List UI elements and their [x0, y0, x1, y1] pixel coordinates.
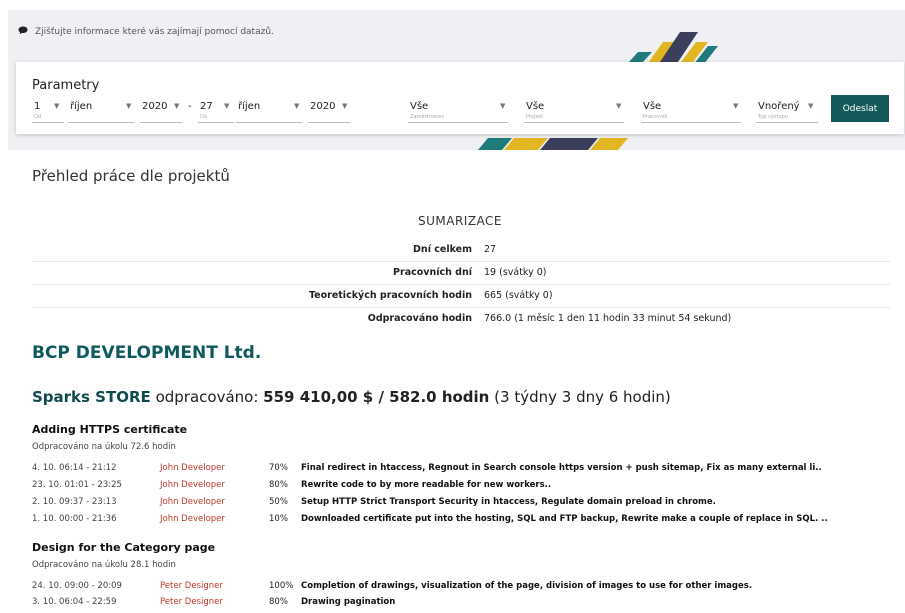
summary-title: SUMARIZACE: [417, 214, 503, 228]
log-date: 3. 10. 06:04 - 22:59: [32, 597, 117, 607]
project-duration: (3 týdny 3 dny 6 hodin): [494, 388, 671, 406]
summary-value: 27: [484, 244, 497, 255]
caret-down-icon: ▼: [294, 102, 300, 110]
task-title: Design for the Category page: [32, 541, 216, 554]
from-day-value: 1: [34, 101, 41, 112]
caret-down-icon: ▼: [733, 102, 739, 110]
filter-title: Parametry: [32, 78, 100, 93]
log-user[interactable]: John Developer: [160, 514, 225, 524]
task-subtitle: Odpracováno na úkolu 72.6 hodin: [32, 442, 176, 452]
log-date: 1. 10. 00:00 - 21:36: [32, 514, 117, 524]
project-caption: Projekt: [526, 114, 544, 120]
log-text: Setup HTTP Strict Transport Security in …: [301, 497, 716, 507]
log-date: 24. 10. 09:00 - 20:09: [32, 581, 122, 591]
log-user[interactable]: John Developer: [160, 497, 225, 507]
summary-row: Teoretických pracovních hodin 665 (svátk…: [32, 284, 890, 307]
project-select[interactable]: Vše ▼ Projekt: [524, 100, 624, 123]
caret-down-icon: ▼: [808, 102, 814, 110]
summary-row: Pracovních dní 19 (svátky 0): [32, 261, 890, 284]
banner-text: Zjišťujte informace které vás zajímají p…: [35, 27, 274, 37]
summary-value: 19 (svátky 0): [484, 267, 547, 278]
to-month-value: říjen: [238, 101, 261, 112]
project-amount: 559 410,00 $ / 582.0 hodin: [263, 388, 490, 406]
work-log-row: 1. 10. 00:00 - 21:36 John Developer 10% …: [32, 514, 892, 530]
project-value: Vše: [526, 101, 545, 112]
summary-label: Teoretických pracovních hodin: [308, 290, 472, 301]
to-month-select[interactable]: říjen ▼: [236, 100, 302, 123]
chat-bubble-icon: [18, 26, 28, 38]
summary-label: Dní celkem: [413, 244, 472, 255]
log-percent: 80%: [269, 480, 288, 490]
caret-down-icon: ▼: [616, 102, 622, 110]
work-log-row: 3. 10. 06:04 - 22:59 Peter Designer 80% …: [32, 597, 892, 613]
to-day-value: 27: [200, 101, 213, 112]
caret-down-icon: ▼: [224, 102, 230, 110]
project-name: Sparks STORE: [32, 388, 151, 406]
decorative-stripes-lower: [478, 138, 628, 150]
work-log-row: 24. 10. 09:00 - 20:09 Peter Designer 100…: [32, 581, 892, 597]
to-year-value: 2020: [310, 101, 336, 112]
summary-row: Odpracováno hodin 766.0 (1 měsíc 1 den 1…: [32, 307, 890, 330]
task-value: Vše: [643, 101, 662, 112]
output-type-caption: Typ výstupu: [758, 114, 788, 120]
task-subtitle: Odpracováno na úkolu 28.1 hodin: [32, 560, 176, 570]
log-text: Drawing pagination: [301, 597, 396, 607]
to-day-caption: Do: [200, 114, 207, 120]
caret-down-icon: ▼: [500, 102, 506, 110]
log-date: 2. 10. 09:37 - 23:13: [32, 497, 117, 507]
page-title: Přehled práce dle projektů: [32, 167, 230, 185]
log-date: 4. 10. 06:14 - 21:12: [32, 463, 117, 473]
caret-down-icon: ▼: [342, 102, 348, 110]
summary-label: Pracovních dní: [393, 267, 472, 278]
from-day-select[interactable]: 1 ▼ Od: [32, 100, 64, 123]
work-log-row: 4. 10. 06:14 - 21:12 John Developer 70% …: [32, 463, 892, 479]
from-year-select[interactable]: 2020 ▼: [140, 100, 182, 123]
work-log-row: 23. 10. 01:01 - 23:25 John Developer 80%…: [32, 480, 892, 496]
log-percent: 50%: [269, 497, 288, 507]
caret-down-icon: ▼: [126, 102, 132, 110]
log-date: 23. 10. 01:01 - 23:25: [32, 480, 122, 490]
employee-caption: Zaměstnanec: [410, 114, 445, 120]
employee-select[interactable]: Vše ▼ Zaměstnanec: [408, 100, 508, 123]
log-text: Rewrite code to by more readable for new…: [301, 480, 552, 490]
log-percent: 80%: [269, 597, 288, 607]
from-month-select[interactable]: říjen ▼: [68, 100, 134, 123]
project-header: Sparks STORE odpracováno: 559 410,00 $ /…: [32, 388, 671, 406]
to-year-select[interactable]: 2020 ▼: [308, 100, 350, 123]
caret-down-icon: ▼: [54, 102, 60, 110]
log-percent: 70%: [269, 463, 288, 473]
task-caption: Pracovník: [643, 114, 668, 120]
log-text: Completion of drawings, visualization of…: [301, 581, 753, 591]
from-year-value: 2020: [142, 101, 168, 112]
submit-button[interactable]: Odeslat: [831, 95, 889, 122]
log-user[interactable]: John Developer: [160, 480, 225, 490]
summary-row: Dní celkem 27: [32, 239, 890, 261]
from-day-caption: Od: [34, 114, 42, 120]
work-log-row: 2. 10. 09:37 - 23:13 John Developer 50% …: [32, 497, 892, 513]
banner-message: Zjišťujte informace které vás zajímají p…: [18, 26, 274, 38]
project-worked-label: odpracováno:: [155, 388, 259, 406]
log-user[interactable]: John Developer: [160, 463, 225, 473]
to-day-select[interactable]: 27 ▼ Do: [198, 100, 234, 123]
from-month-value: říjen: [70, 101, 93, 112]
summary-value: 766.0 (1 měsíc 1 den 11 hodin 33 minut 5…: [484, 313, 732, 324]
output-type-select[interactable]: Vnořený ▼ Typ výstupu: [756, 100, 818, 123]
summary-value: 665 (svátky 0): [484, 290, 553, 301]
range-separator: -: [188, 101, 192, 112]
log-percent: 100%: [269, 581, 294, 591]
filter-panel: Parametry 1 ▼ Od říjen ▼ 2020 ▼ - 27 ▼ D…: [16, 62, 904, 134]
task-title: Adding HTTPS certificate: [32, 423, 188, 436]
log-text: Final redirect in htaccess, Regnout in S…: [301, 463, 822, 473]
employee-value: Vše: [410, 101, 429, 112]
log-text: Downloaded certificate put into the host…: [301, 514, 828, 524]
log-user[interactable]: Peter Designer: [160, 597, 223, 607]
output-type-value: Vnořený: [758, 101, 800, 112]
log-user[interactable]: Peter Designer: [160, 581, 223, 591]
task-select[interactable]: Vše ▼ Pracovník: [641, 100, 741, 123]
caret-down-icon: ▼: [174, 102, 180, 110]
report-panel: Přehled práce dle projektů SUMARIZACE Dn…: [16, 150, 904, 610]
log-percent: 10%: [269, 514, 288, 524]
summary-label: Odpracováno hodin: [367, 313, 472, 324]
company-name: BCP DEVELOPMENT Ltd.: [32, 343, 262, 363]
